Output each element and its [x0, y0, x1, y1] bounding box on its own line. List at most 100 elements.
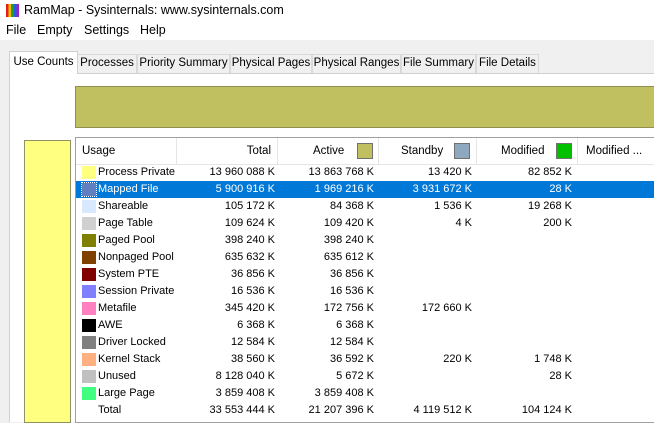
usage-vertical-bar	[24, 140, 71, 423]
column-label-modified: Modified	[501, 145, 545, 157]
usage-color-swatch	[82, 268, 96, 281]
standby-cell: 4 119 512 K	[413, 404, 472, 416]
tab-strip: Use Counts Processes Priority Summary Ph…	[0, 40, 654, 74]
column-header-active[interactable]: Active	[278, 138, 379, 164]
total-cell: 635 632 K	[224, 251, 275, 263]
tab-file-details[interactable]: File Details	[476, 54, 539, 73]
active-cell: 398 240 K	[323, 234, 374, 246]
use-counts-table: Usage Total Active Standby Modified Modi…	[75, 137, 654, 423]
active-cell: 16 536 K	[329, 285, 374, 297]
usage-name-cell: Page Table	[98, 217, 153, 229]
tab-physical-pages[interactable]: Physical Pages	[230, 54, 312, 73]
menu-empty[interactable]: Empty	[37, 23, 72, 37]
tab-use-counts[interactable]: Use Counts	[9, 51, 78, 74]
total-cell: 16 536 K	[230, 285, 275, 297]
table-row[interactable]: Process Private 13 960 088 K 13 863 768 K 1…	[76, 164, 654, 181]
modified-cell: 28 K	[549, 183, 572, 195]
active-cell: 21 207 396 K	[308, 404, 374, 416]
rammap-app-icon	[6, 4, 19, 17]
usage-color-swatch	[81, 182, 97, 197]
standby-cell: 1 536 K	[434, 200, 472, 212]
table-row[interactable]: Shareable 105 172 K 84 368 K 1 536 K 19 268 …	[76, 198, 654, 215]
title-bar: RamMap - Sysinternals: www.sysinternals.…	[0, 0, 654, 22]
usage-color-swatch	[82, 370, 96, 383]
tab-processes[interactable]: Processes	[77, 54, 137, 73]
table-row[interactable]: Metafile 345 420 K 172 756 K 172 660 K	[76, 300, 654, 317]
active-cell: 5 672 K	[336, 370, 374, 382]
usage-name-cell: Process Private	[98, 166, 176, 178]
total-cell: 345 420 K	[224, 302, 275, 314]
table-row[interactable]: Driver Locked 12 584 K 12 584 K	[76, 334, 654, 351]
usage-color-swatch	[82, 302, 96, 315]
active-cell: 12 584 K	[329, 336, 374, 348]
standby-cell: 3 931 672 K	[412, 183, 472, 195]
active-color-swatch	[357, 143, 373, 159]
column-label-usage: Usage	[82, 145, 116, 157]
usage-color-swatch	[82, 251, 96, 264]
table-row[interactable]: Total 33 553 444 K 21 207 396 K 4 119 512 K…	[76, 402, 654, 419]
usage-name-cell: Paged Pool	[98, 234, 155, 246]
table-row[interactable]: AWE 6 368 K 6 368 K	[76, 317, 654, 334]
table-row[interactable]: Mapped File 5 900 916 K 1 969 216 K 3 931 6…	[76, 181, 654, 198]
column-label-modified-more: Modified ...	[586, 145, 643, 157]
usage-name-cell: Total	[98, 404, 122, 416]
usage-color-swatch	[82, 353, 96, 366]
table-row[interactable]: System PTE 36 856 K 36 856 K	[76, 266, 654, 283]
standby-cell: 4 K	[455, 217, 472, 229]
usage-color-swatch	[82, 217, 96, 230]
usage-name-cell: Large Page	[98, 387, 155, 399]
column-header-modified-more[interactable]: Modified ...	[578, 138, 654, 164]
menu-file[interactable]: File	[6, 23, 26, 37]
active-cell: 13 863 768 K	[308, 166, 374, 178]
usage-name-cell: Driver Locked	[98, 336, 166, 348]
total-cell: 13 960 088 K	[209, 166, 275, 178]
tab-file-summary[interactable]: File Summary	[401, 54, 476, 73]
standby-cell: 13 420 K	[427, 166, 472, 178]
column-header-usage[interactable]: Usage	[76, 138, 177, 164]
tab-priority-summary[interactable]: Priority Summary	[137, 54, 230, 73]
usage-name-cell: Mapped File	[98, 181, 159, 198]
active-cell: 36 592 K	[329, 353, 374, 365]
standby-cell: 172 660 K	[421, 302, 472, 314]
total-cell: 38 560 K	[230, 353, 275, 365]
standby-color-swatch	[454, 143, 470, 159]
active-cell: 109 420 K	[323, 217, 374, 229]
active-cell: 3 859 408 K	[314, 387, 374, 399]
usage-color-swatch	[82, 200, 96, 213]
total-cell: 36 856 K	[230, 268, 275, 280]
column-header-total[interactable]: Total	[177, 138, 278, 164]
active-cell: 6 368 K	[336, 319, 374, 331]
modified-cell: 82 852 K	[527, 166, 572, 178]
table-row[interactable]: Nonpaged Pool 635 632 K 635 612 K	[76, 249, 654, 266]
total-cell: 5 900 916 K	[215, 183, 275, 195]
table-row[interactable]: Kernel Stack 38 560 K 36 592 K 220 K 1 748 K	[76, 351, 654, 368]
table-row[interactable]: Page Table 109 624 K 109 420 K 4 K 200 K	[76, 215, 654, 232]
total-cell: 6 368 K	[237, 319, 275, 331]
usage-name-cell: System PTE	[98, 268, 160, 280]
column-header-standby[interactable]: Standby	[379, 138, 477, 164]
modified-color-swatch	[556, 143, 572, 159]
active-cell: 1 969 216 K	[314, 183, 374, 195]
modified-cell: 28 K	[549, 370, 572, 382]
menu-settings[interactable]: Settings	[84, 23, 129, 37]
usage-name-cell: Nonpaged Pool	[98, 251, 174, 263]
table-row[interactable]: Paged Pool 398 240 K 398 240 K	[76, 232, 654, 249]
standby-cell: 220 K	[443, 353, 472, 365]
modified-cell: 200 K	[543, 217, 572, 229]
usage-color-swatch	[82, 234, 96, 247]
usage-name-cell: Shareable	[98, 200, 149, 212]
column-header-modified[interactable]: Modified	[477, 138, 578, 164]
modified-cell: 104 124 K	[521, 404, 572, 416]
modified-cell: 19 268 K	[527, 200, 572, 212]
table-row[interactable]: Session Private 16 536 K 16 536 K	[76, 283, 654, 300]
usage-name-cell: Unused	[98, 370, 136, 382]
table-row[interactable]: Unused 8 128 040 K 5 672 K 28 K	[76, 368, 654, 385]
total-cell: 109 624 K	[224, 217, 275, 229]
usage-color-swatch	[82, 319, 96, 332]
tab-physical-ranges[interactable]: Physical Ranges	[312, 54, 401, 73]
total-cell: 105 172 K	[224, 200, 275, 212]
usage-name-cell: Kernel Stack	[98, 353, 161, 365]
table-row[interactable]: Large Page 3 859 408 K 3 859 408 K	[76, 385, 654, 402]
menu-help[interactable]: Help	[140, 23, 166, 37]
column-label-active: Active	[313, 145, 345, 157]
